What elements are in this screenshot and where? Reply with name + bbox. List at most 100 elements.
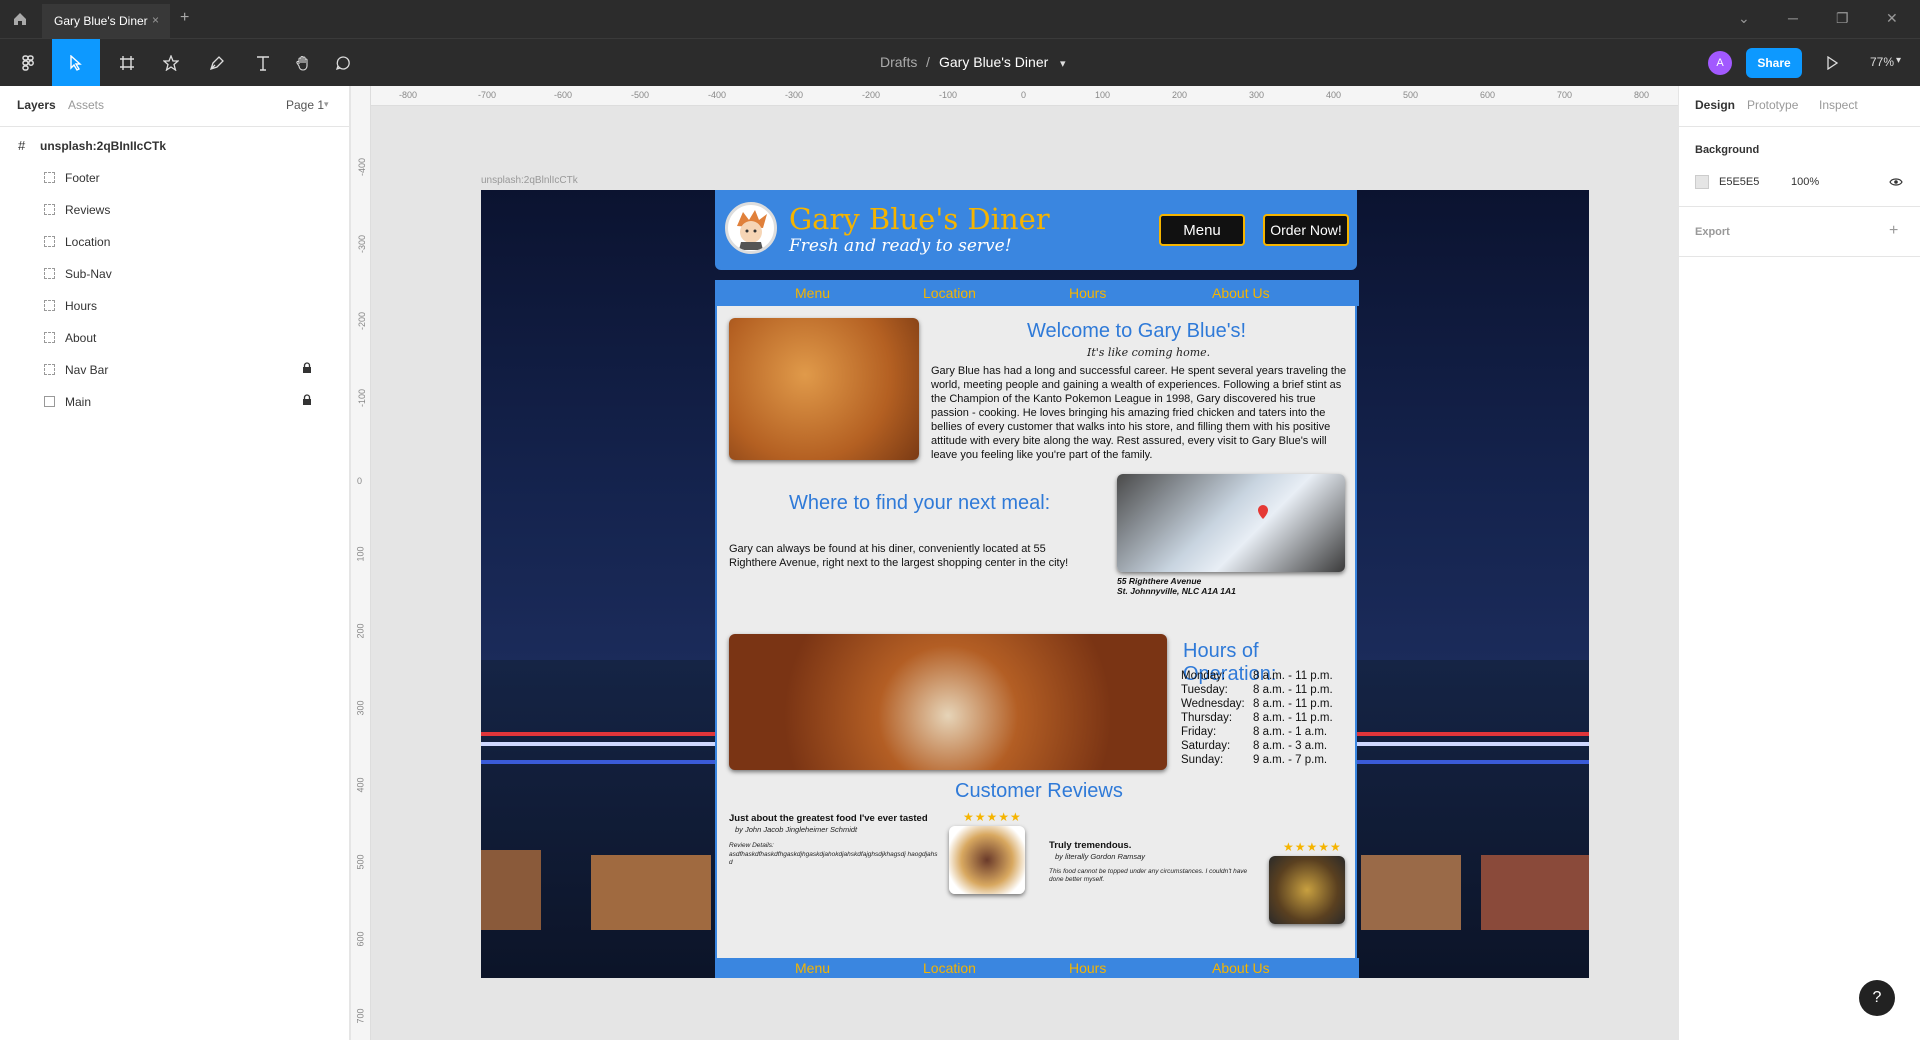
layer-frame-root[interactable]: # unsplash:2qBInIIcCTk xyxy=(0,130,349,162)
page-chevron-icon[interactable]: ▾ xyxy=(324,99,329,110)
layer-reviews[interactable]: Reviews xyxy=(0,194,349,226)
ruler-tick: -700 xyxy=(478,90,497,100)
hours-day: Friday: xyxy=(1181,726,1217,738)
present-icon[interactable] xyxy=(1826,56,1838,70)
text-icon xyxy=(257,56,269,71)
eye-icon[interactable] xyxy=(1889,177,1903,187)
help-button[interactable]: ? xyxy=(1859,980,1895,1016)
tab-close-icon[interactable]: × xyxy=(152,13,159,27)
window-image xyxy=(1361,855,1461,930)
tab-layers[interactable]: Layers xyxy=(17,98,56,112)
design-canvas[interactable]: -800 -700 -600 -500 -400 -300 -200 -100 … xyxy=(351,86,1678,1040)
layer-hours[interactable]: Hours xyxy=(0,290,349,322)
layer-location[interactable]: Location xyxy=(0,226,349,258)
neon-stripe xyxy=(481,760,715,764)
ruler-tick: 100 xyxy=(1095,90,1111,100)
close-window-icon[interactable]: ✕ xyxy=(1886,10,1898,27)
hand-icon xyxy=(296,55,308,71)
file-menu-chevron-icon[interactable]: ▾ xyxy=(1060,57,1066,70)
footer-hours-link[interactable]: Hours xyxy=(1069,960,1106,976)
neon-stripe xyxy=(481,732,715,736)
zoom-level[interactable]: 77% xyxy=(1870,55,1894,69)
hours-time: 8 a.m. - 11 p.m. xyxy=(1253,712,1333,724)
site-header: Gary Blue's Diner Fresh and ready to ser… xyxy=(715,190,1357,270)
frame-tool-button[interactable] xyxy=(106,39,148,87)
neon-stripe xyxy=(1357,742,1589,746)
tab-design[interactable]: Design xyxy=(1695,98,1735,112)
restore-icon[interactable]: ❐ xyxy=(1836,10,1849,27)
hand-tool-button[interactable] xyxy=(282,39,324,87)
frame-label[interactable]: unsplash:2qBlnlIcCTk xyxy=(481,175,578,186)
tab-assets[interactable]: Assets xyxy=(68,98,104,112)
review-author: by literally Gordon Ramsay xyxy=(1055,852,1146,861)
welcome-text: Gary Blue has had a long and successful … xyxy=(931,365,1347,461)
layer-nav-bar[interactable]: Nav Bar xyxy=(0,354,349,386)
background-swatch[interactable] xyxy=(1695,175,1709,189)
header-order-button[interactable]: Order Now! xyxy=(1263,214,1349,246)
review-stars: ★★★★★ xyxy=(1283,840,1342,854)
window-image xyxy=(591,855,711,930)
site-nav-bottom: Menu Location Hours About Us xyxy=(717,958,1359,978)
pen-tool-button[interactable] xyxy=(196,39,238,87)
new-tab-icon[interactable]: + xyxy=(180,9,189,27)
background-opacity-input[interactable]: 100% xyxy=(1791,176,1819,188)
ruler-tick: -200 xyxy=(862,90,881,100)
group-icon xyxy=(44,204,55,215)
hours-day: Sunday: xyxy=(1181,754,1224,766)
welcome-subtitle: It's like coming home. xyxy=(1087,346,1211,359)
design-frame[interactable]: Gary Blue's Diner Fresh and ready to ser… xyxy=(481,190,1589,978)
text-tool-button[interactable] xyxy=(242,39,284,87)
footer-about-link[interactable]: About Us xyxy=(1212,960,1270,976)
hours-time: 8 a.m. - 11 p.m. xyxy=(1253,670,1333,682)
tab-inspect[interactable]: Inspect xyxy=(1819,98,1858,112)
rectangle-icon xyxy=(44,396,55,407)
hours-day: Thursday: xyxy=(1181,712,1233,724)
zoom-chevron-icon[interactable]: ▾ xyxy=(1896,55,1901,66)
export-add-icon[interactable]: + xyxy=(1889,222,1898,240)
chevron-down-icon[interactable]: ⌄ xyxy=(1738,10,1750,27)
breadcrumb-separator: / xyxy=(926,54,930,70)
hours-day: Tuesday: xyxy=(1181,684,1228,696)
tab-prototype[interactable]: Prototype xyxy=(1747,98,1798,112)
ruler-tick: 200 xyxy=(355,623,366,639)
layer-label: Location xyxy=(65,235,111,249)
layer-label: Main xyxy=(65,395,92,409)
file-tab[interactable]: Gary Blue's Diner xyxy=(42,4,170,38)
background-hex-input[interactable]: E5E5E5 xyxy=(1719,176,1759,188)
breadcrumb-drafts[interactable]: Drafts xyxy=(880,54,917,70)
website-mockup: Gary Blue's Diner Fresh and ready to ser… xyxy=(715,190,1359,978)
main-menu-button[interactable] xyxy=(8,39,50,87)
comment-tool-button[interactable] xyxy=(322,39,364,87)
layer-label: Nav Bar xyxy=(65,363,109,377)
header-menu-button[interactable]: Menu xyxy=(1159,214,1245,246)
move-tool-button[interactable] xyxy=(52,39,100,87)
home-icon[interactable] xyxy=(12,11,28,27)
page-selector[interactable]: Page 1 xyxy=(286,98,324,112)
window-image xyxy=(1481,855,1589,930)
ruler-tick: -200 xyxy=(357,311,368,331)
layer-main[interactable]: Main xyxy=(0,386,349,418)
hours-day: Monday: xyxy=(1181,670,1226,682)
nav-hours-link[interactable]: Hours xyxy=(1069,285,1106,301)
layer-footer[interactable]: Footer xyxy=(0,162,349,194)
footer-menu-link[interactable]: Menu xyxy=(795,960,830,976)
nav-location-link[interactable]: Location xyxy=(923,285,976,301)
nav-about-link[interactable]: About Us xyxy=(1212,285,1270,301)
lock-icon[interactable] xyxy=(302,362,312,374)
user-avatar[interactable]: A xyxy=(1708,51,1732,75)
layer-sub-nav[interactable]: Sub-Nav xyxy=(0,258,349,290)
ruler-tick: 800 xyxy=(1634,90,1650,100)
share-button[interactable]: Share xyxy=(1746,48,1802,78)
nav-menu-link[interactable]: Menu xyxy=(795,285,830,301)
lock-icon[interactable] xyxy=(302,394,312,406)
neon-stripe xyxy=(1357,732,1589,736)
character-logo-icon xyxy=(737,210,767,250)
minimize-icon[interactable]: ─ xyxy=(1788,10,1798,26)
shape-tool-button[interactable] xyxy=(150,39,192,87)
hours-day: Wednesday: xyxy=(1181,698,1245,710)
file-name[interactable]: Gary Blue's Diner xyxy=(939,54,1048,70)
file-tab-title: Gary Blue's Diner xyxy=(54,14,148,28)
hours-time: 8 a.m. - 11 p.m. xyxy=(1253,684,1333,696)
footer-location-link[interactable]: Location xyxy=(923,960,976,976)
layer-about[interactable]: About xyxy=(0,322,349,354)
